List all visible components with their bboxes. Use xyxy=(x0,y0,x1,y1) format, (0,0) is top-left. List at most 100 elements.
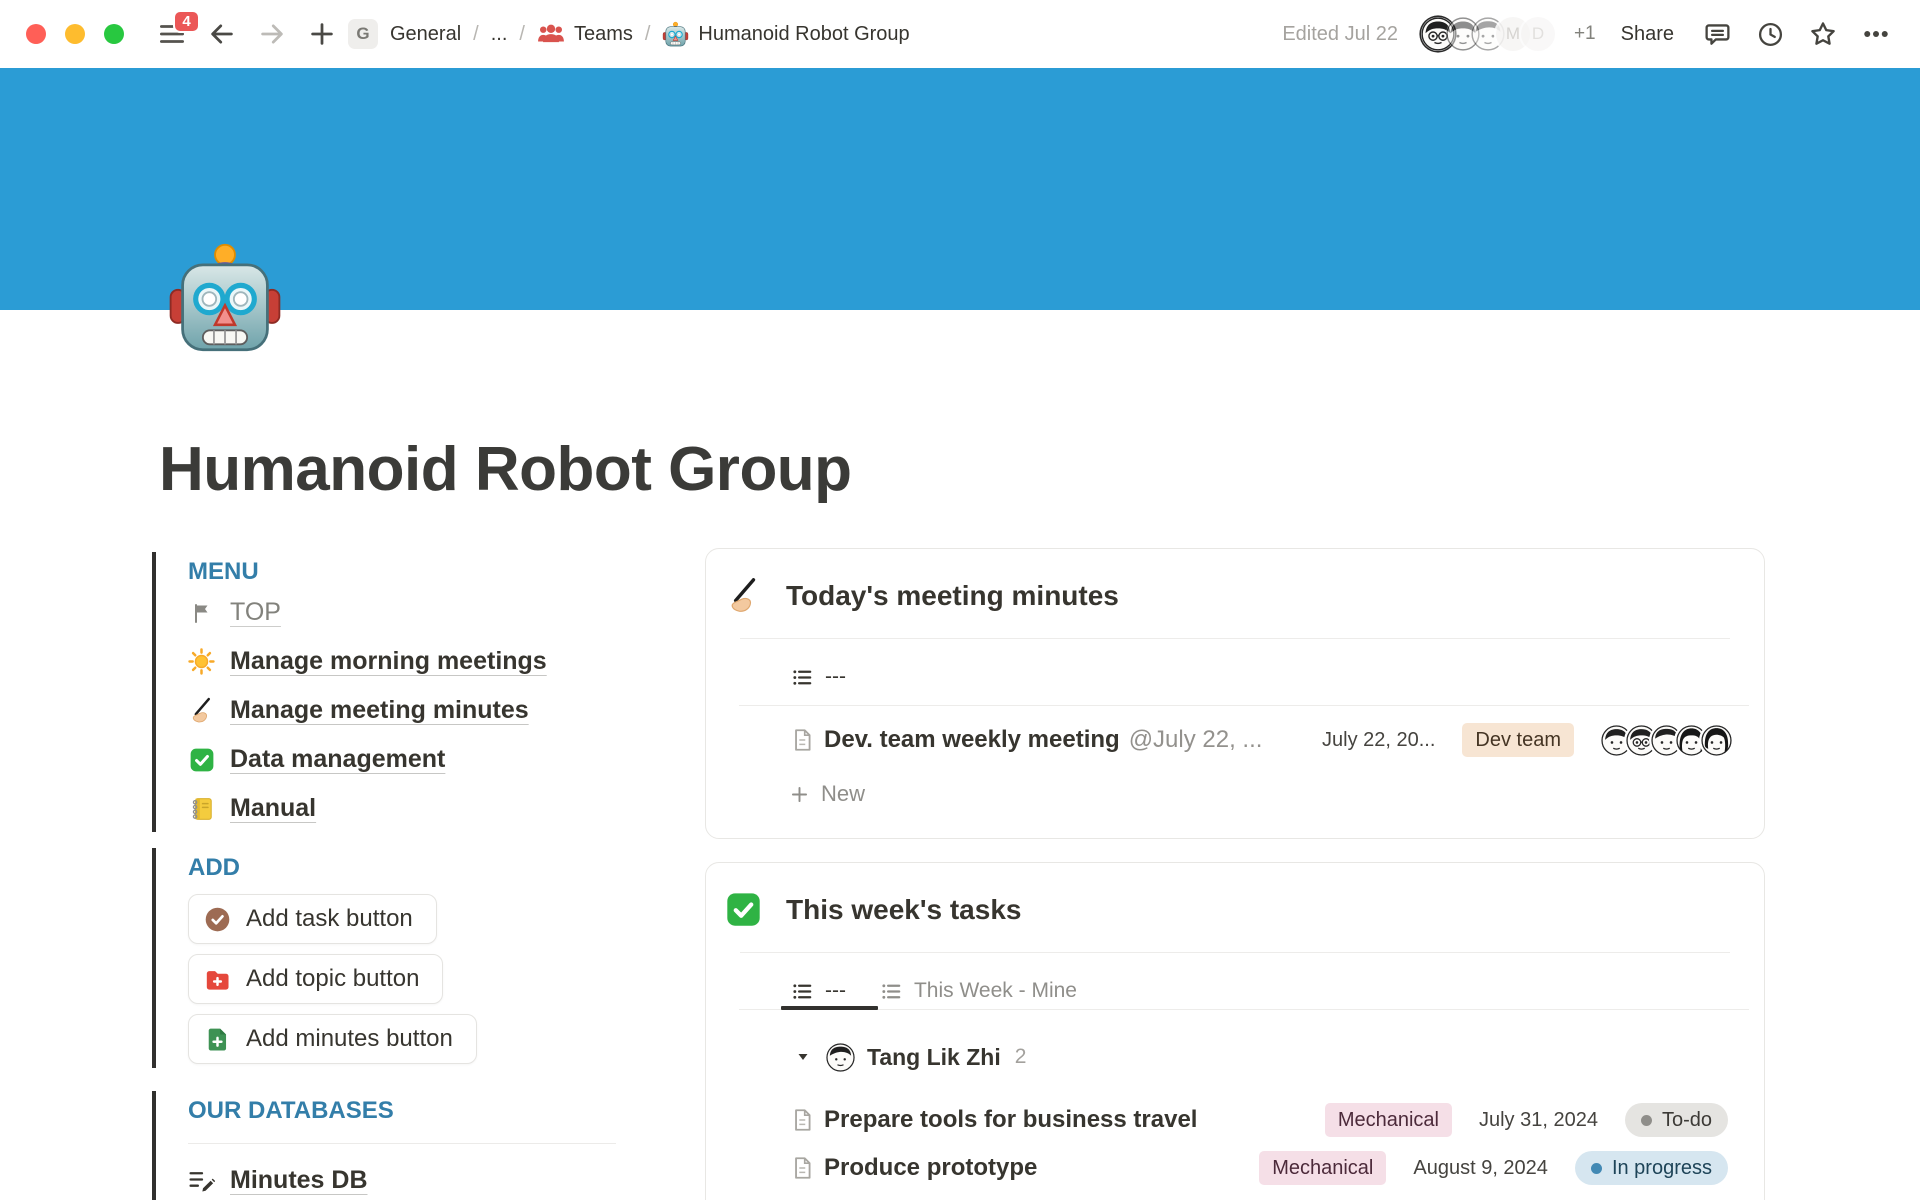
due-date: August 9, 2024 xyxy=(1413,1157,1548,1180)
view-tab-this-week-mine[interactable]: This Week - Mine xyxy=(880,979,1077,1003)
page-title[interactable]: Humanoid Robot Group xyxy=(159,434,852,505)
teams-people-icon xyxy=(537,20,565,48)
card-title: This week's tasks xyxy=(786,894,1021,926)
due-date: July 31, 2024 xyxy=(1479,1109,1598,1132)
category-tag: Mechanical xyxy=(1259,1151,1386,1185)
divider xyxy=(740,638,1730,639)
breadcrumb-root[interactable]: General xyxy=(390,23,461,46)
add-minutes-button[interactable]: Add minutes button xyxy=(188,1014,477,1064)
assignee-name: Tang Lik Zhi xyxy=(867,1044,1001,1071)
page-icon xyxy=(789,1107,815,1133)
add-section: ADD Add task button Add topic button Add… xyxy=(152,848,662,1068)
page-icon xyxy=(789,1155,815,1181)
writing-hand-icon xyxy=(188,697,215,724)
weekly-tasks-card: This week's tasks --- This Week - Mine T… xyxy=(705,862,1765,1200)
list-view-icon xyxy=(791,980,814,1003)
task-check-icon xyxy=(204,906,231,933)
status-dot xyxy=(1591,1163,1602,1174)
status-dot xyxy=(1641,1115,1652,1126)
add-task-label: Add task button xyxy=(246,905,413,933)
menu-section: MENU TOP Manage morning meetings xyxy=(152,552,662,832)
tabs-divider xyxy=(739,1009,1749,1010)
close-window-button[interactable] xyxy=(26,24,46,44)
status-badge: In progress xyxy=(1575,1151,1728,1185)
view-tab-active[interactable]: --- xyxy=(791,979,846,1003)
meeting-date: July 22, 20... xyxy=(1322,729,1435,752)
folder-plus-icon xyxy=(204,966,231,993)
forward-arrow-icon xyxy=(257,19,287,49)
add-section-header: ADD xyxy=(188,852,662,884)
assignee-avatar xyxy=(826,1043,855,1072)
view-tabs: --- This Week - Mine xyxy=(706,975,1764,1007)
assignee-task-count: 2 xyxy=(1015,1045,1027,1069)
comments-button[interactable] xyxy=(1699,16,1735,52)
share-button[interactable]: Share xyxy=(1613,19,1682,50)
minimize-window-button[interactable] xyxy=(65,24,85,44)
collapse-toggle-icon[interactable] xyxy=(794,1048,812,1066)
active-tab-underline xyxy=(781,1006,878,1010)
sun-icon xyxy=(188,648,215,675)
list-pencil-icon xyxy=(188,1167,215,1194)
clock-icon xyxy=(1756,20,1785,49)
back-button[interactable] xyxy=(204,16,240,52)
status-label: To-do xyxy=(1662,1110,1712,1130)
breadcrumb-page[interactable]: Humanoid Robot Group xyxy=(662,21,909,48)
robot-icon xyxy=(662,21,689,48)
tabs-divider xyxy=(739,705,1749,706)
assignee-group-row: Tang Lik Zhi 2 xyxy=(706,1042,1764,1072)
view-tab-label: This Week - Mine xyxy=(914,979,1077,1003)
zoom-window-button[interactable] xyxy=(104,24,124,44)
meeting-date-mention: @July 22, ... xyxy=(1129,726,1263,754)
database-item-minutes-db[interactable]: Minutes DB xyxy=(188,1156,662,1200)
status-label: In progress xyxy=(1612,1158,1712,1178)
add-topic-button[interactable]: Add topic button xyxy=(188,954,443,1004)
flag-icon xyxy=(188,599,215,626)
ellipsis-icon xyxy=(1861,19,1891,49)
forward-button[interactable] xyxy=(254,16,290,52)
topbar-right: Edited Jul 22 M D +1 Share xyxy=(1282,16,1894,52)
task-title: Prepare tools for business travel xyxy=(824,1106,1197,1134)
menu-item-label: Data management xyxy=(230,745,445,774)
menu-item-data-management[interactable]: Data management xyxy=(188,735,662,784)
meeting-row[interactable]: Dev. team weekly meeting @July 22, ... J… xyxy=(706,716,1764,764)
sidebar-toggle-button[interactable]: 4 xyxy=(154,16,190,52)
plus-icon xyxy=(789,784,810,805)
edited-timestamp[interactable]: Edited Jul 22 xyxy=(1282,23,1398,46)
menu-item-top[interactable]: TOP xyxy=(188,588,662,637)
task-row[interactable]: Produce prototype Mechanical August 9, 2… xyxy=(706,1144,1764,1192)
attendee-avatars xyxy=(1601,725,1732,756)
menu-item-label: Manual xyxy=(230,794,316,823)
new-tab-button[interactable] xyxy=(304,16,340,52)
menu-item-meeting-minutes[interactable]: Manage meeting minutes xyxy=(188,686,662,735)
menu-item-manual[interactable]: Manual xyxy=(188,784,662,833)
menu-item-label: TOP xyxy=(230,598,281,627)
view-tab-label: --- xyxy=(825,979,846,1003)
page-icon xyxy=(789,727,815,753)
more-options-button[interactable] xyxy=(1858,16,1894,52)
favorite-button[interactable] xyxy=(1805,16,1841,52)
add-task-button[interactable]: Add task button xyxy=(188,894,437,944)
presence-overflow-count[interactable]: +1 xyxy=(1574,23,1596,45)
workspace-badge[interactable]: G xyxy=(348,19,378,49)
presence-avatar-stack: M D xyxy=(1421,17,1555,51)
breadcrumb-ellipsis[interactable]: ... xyxy=(491,23,508,46)
comment-icon xyxy=(1703,20,1732,49)
page-robot-icon[interactable] xyxy=(166,240,284,358)
breadcrumb-separator: / xyxy=(645,23,651,46)
add-topic-label: Add topic button xyxy=(246,965,419,993)
history-button[interactable] xyxy=(1752,16,1788,52)
task-row[interactable]: Prepare tools for business travel Mechan… xyxy=(706,1096,1764,1144)
new-meeting-button[interactable]: New xyxy=(706,764,1764,807)
divider xyxy=(188,1143,616,1144)
menu-section-header: MENU xyxy=(188,556,662,588)
menu-item-morning-meetings[interactable]: Manage morning meetings xyxy=(188,637,662,686)
nav-controls: 4 xyxy=(154,16,340,52)
breadcrumb-separator: / xyxy=(473,23,479,46)
presence-avatar-initial[interactable]: D xyxy=(1521,17,1555,51)
database-item-label: Minutes DB xyxy=(230,1166,368,1195)
view-tab-active[interactable]: --- xyxy=(791,665,846,689)
breadcrumb-teams[interactable]: Teams xyxy=(537,20,633,48)
star-icon xyxy=(1808,19,1838,49)
add-minutes-label: Add minutes button xyxy=(246,1025,453,1053)
view-tabs: --- xyxy=(706,661,1764,693)
